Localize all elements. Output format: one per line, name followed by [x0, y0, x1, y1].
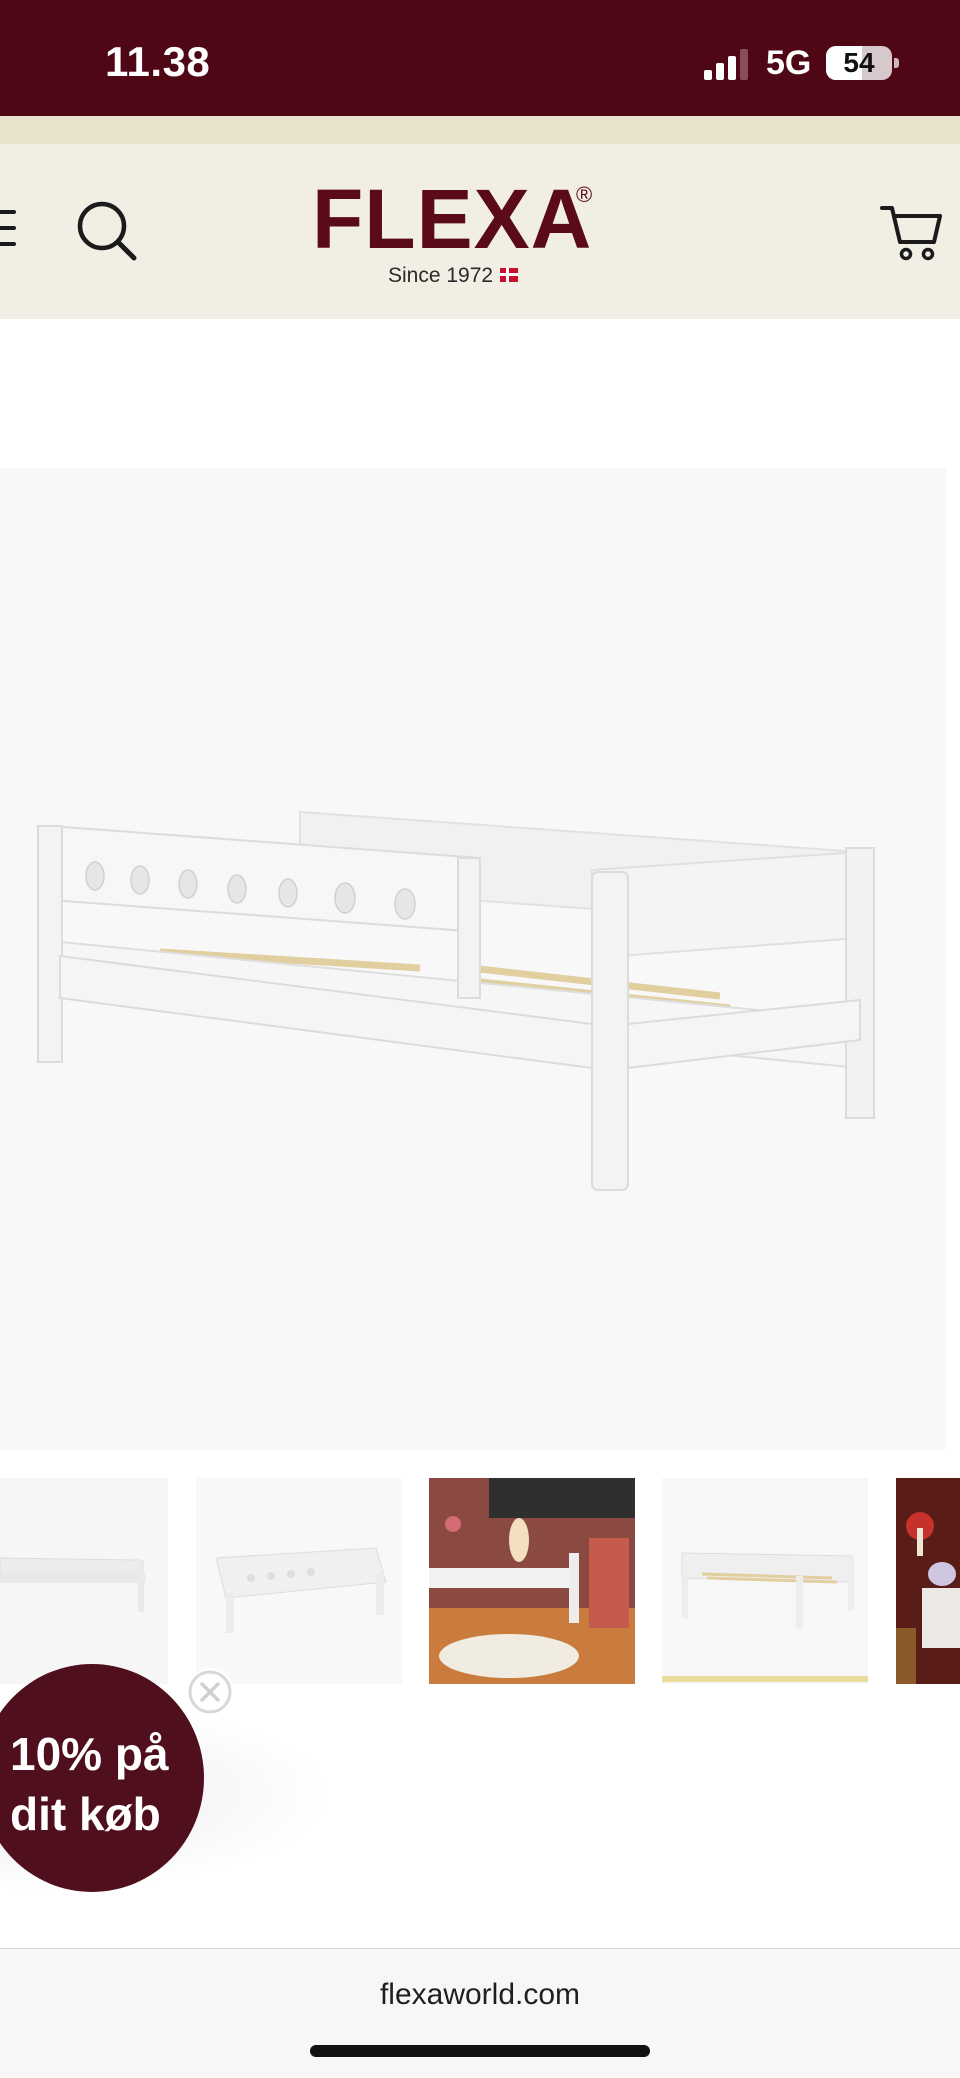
- signal-strength-icon: [704, 49, 748, 80]
- bed-illustration: [37, 810, 875, 1191]
- logo-tagline: Since 1972: [388, 264, 494, 287]
- thumbnail-image: [429, 1478, 635, 1684]
- thumbnail-image: [896, 1478, 960, 1684]
- thumbnail-4[interactable]: [662, 1478, 868, 1684]
- status-bar: 11.38 5G 54: [0, 0, 960, 116]
- close-popup-button[interactable]: [186, 1668, 234, 1716]
- thumbnail-1[interactable]: [0, 1478, 168, 1684]
- thumbnail-5[interactable]: [896, 1478, 960, 1684]
- thumbnail-image: [196, 1478, 402, 1684]
- battery-icon: 54: [826, 46, 892, 80]
- discount-text: 10% på dit køb: [10, 1728, 169, 1840]
- search-icon[interactable]: [76, 200, 138, 262]
- danish-flag-icon: [500, 268, 518, 282]
- thumbnail-2[interactable]: [196, 1478, 402, 1684]
- status-time: 11.38: [105, 38, 211, 85]
- logo-registered-mark: ®: [576, 182, 593, 207]
- close-icon: [188, 1670, 232, 1714]
- cart-icon[interactable]: [880, 202, 944, 264]
- thumbnail-3[interactable]: [429, 1478, 635, 1684]
- browser-url-bar[interactable]: [0, 1948, 960, 2078]
- thumbnail-image: [0, 1478, 168, 1684]
- url-text[interactable]: flexaworld.com: [0, 1978, 960, 2012]
- promo-strip: [0, 116, 960, 144]
- logo-wordmark: FLEXA: [312, 172, 593, 266]
- home-indicator[interactable]: [310, 2045, 650, 2057]
- flexa-logo[interactable]: FLEXA ® Since 1972: [300, 176, 600, 296]
- active-thumbnail-indicator: [662, 1676, 868, 1682]
- product-main-image[interactable]: [0, 468, 946, 1450]
- thumbnail-image: [662, 1478, 868, 1684]
- menu-icon[interactable]: [0, 206, 18, 250]
- battery-tip: [894, 58, 899, 68]
- battery-level: 54: [843, 47, 875, 78]
- network-type: 5G: [766, 44, 812, 82]
